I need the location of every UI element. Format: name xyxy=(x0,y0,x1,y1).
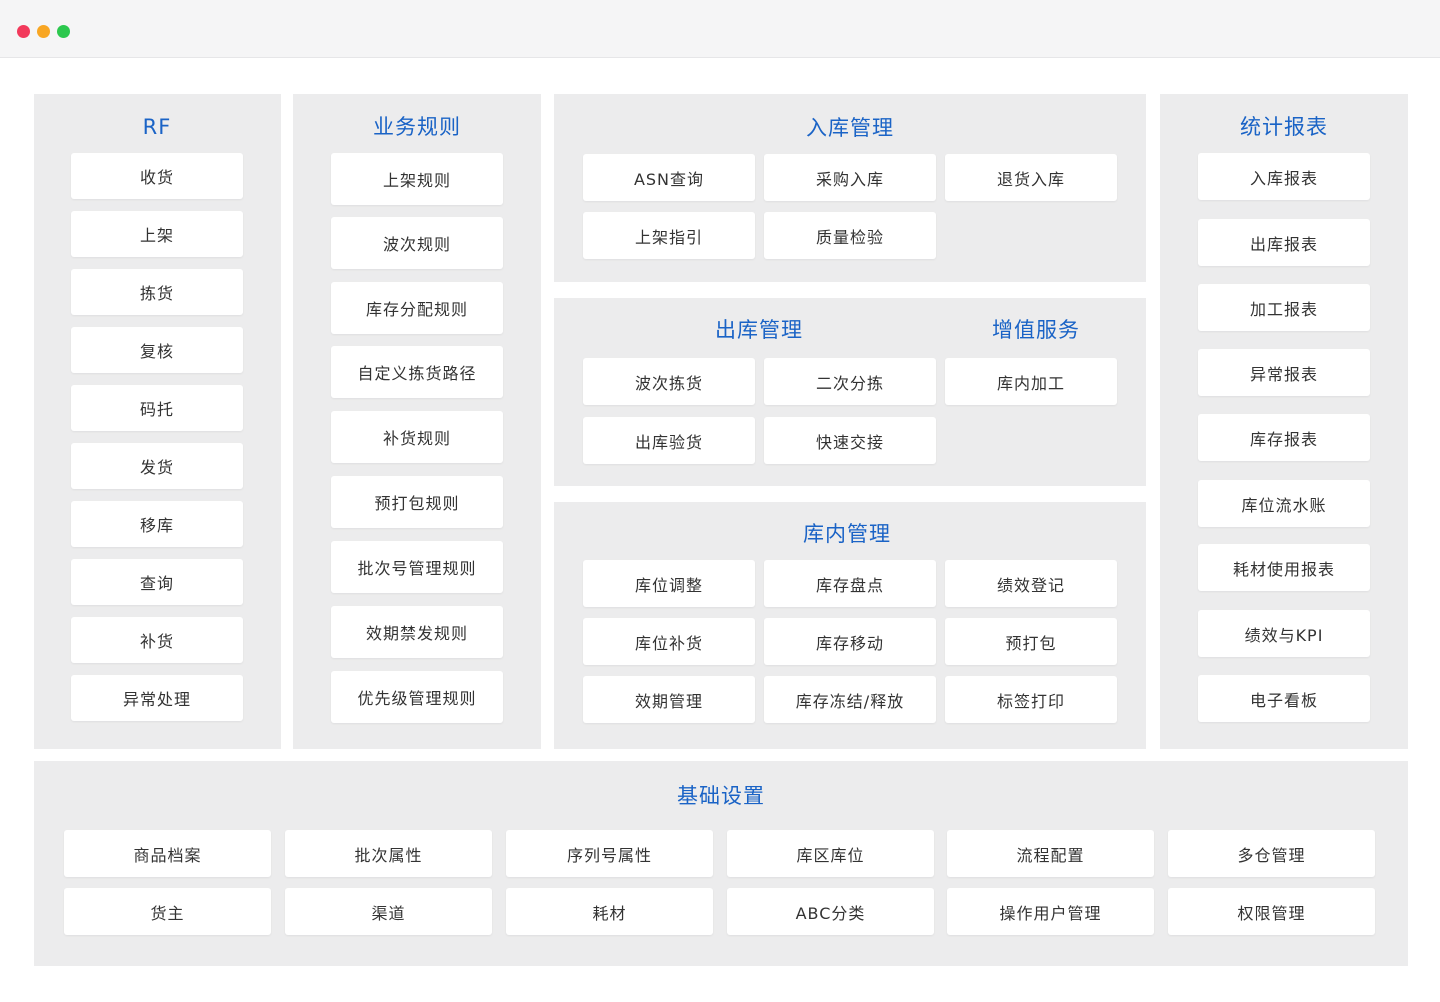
report-item[interactable]: 异常报表 xyxy=(1198,349,1370,396)
warehouse-item[interactable]: 库位补货 xyxy=(583,618,755,665)
rf-item[interactable]: 发货 xyxy=(71,443,243,489)
basic-setting-item[interactable]: 渠道 xyxy=(285,888,492,935)
inbound-title: 入库管理 xyxy=(806,116,894,140)
business-rule-item[interactable]: 上架规则 xyxy=(331,153,503,205)
report-item[interactable]: 电子看板 xyxy=(1198,675,1370,722)
rf-item[interactable]: 上架 xyxy=(71,211,243,257)
rf-item[interactable]: 码托 xyxy=(71,385,243,431)
warehouse-item[interactable]: 效期管理 xyxy=(583,676,755,723)
reports-title: 统计报表 xyxy=(1240,115,1328,139)
value-added-item[interactable]: 库内加工 xyxy=(945,358,1117,405)
basic-settings-title: 基础设置 xyxy=(677,784,765,808)
business-rule-item[interactable]: 补货规则 xyxy=(331,411,503,463)
report-item[interactable]: 加工报表 xyxy=(1198,284,1370,331)
business-rule-item[interactable]: 库存分配规则 xyxy=(331,282,503,334)
window-titlebar xyxy=(0,0,1440,58)
rf-item[interactable]: 收货 xyxy=(71,153,243,199)
outbound-item[interactable]: 快速交接 xyxy=(764,417,936,464)
business-rule-item[interactable]: 批次号管理规则 xyxy=(331,541,503,593)
basic-setting-item[interactable]: 商品档案 xyxy=(64,830,271,877)
rf-item[interactable]: 复核 xyxy=(71,327,243,373)
warehouse-item[interactable]: 标签打印 xyxy=(945,676,1117,723)
minimize-window-button[interactable] xyxy=(37,25,50,38)
warehouse-item[interactable]: 库存冻结/释放 xyxy=(764,676,936,723)
outbound-item[interactable]: 波次拣货 xyxy=(583,358,755,405)
basic-setting-item[interactable]: 操作用户管理 xyxy=(947,888,1154,935)
warehouse-item[interactable]: 库存盘点 xyxy=(764,560,936,607)
report-item[interactable]: 绩效与KPI xyxy=(1198,610,1370,657)
basic-setting-item[interactable]: 多仓管理 xyxy=(1168,830,1375,877)
basic-setting-item[interactable]: 流程配置 xyxy=(947,830,1154,877)
warehouse-title: 库内管理 xyxy=(803,522,891,546)
basic-setting-item[interactable]: 批次属性 xyxy=(285,830,492,877)
inbound-item[interactable]: 采购入库 xyxy=(764,154,936,201)
maximize-window-button[interactable] xyxy=(57,25,70,38)
rf-item[interactable]: 移库 xyxy=(71,501,243,547)
outbound-item[interactable]: 出库验货 xyxy=(583,417,755,464)
warehouse-item[interactable]: 库位调整 xyxy=(583,560,755,607)
rf-item[interactable]: 查询 xyxy=(71,559,243,605)
business-rule-item[interactable]: 自定义拣货路径 xyxy=(331,346,503,398)
basic-setting-item[interactable]: 序列号属性 xyxy=(506,830,713,877)
close-window-button[interactable] xyxy=(17,25,30,38)
rf-item[interactable]: 异常处理 xyxy=(71,675,243,721)
report-item[interactable]: 入库报表 xyxy=(1198,153,1370,200)
outbound-title: 出库管理 xyxy=(715,318,803,342)
rf-item[interactable]: 补货 xyxy=(71,617,243,663)
report-item[interactable]: 库位流水账 xyxy=(1198,480,1370,527)
basic-setting-item[interactable]: 耗材 xyxy=(506,888,713,935)
warehouse-item[interactable]: 绩效登记 xyxy=(945,560,1117,607)
rf-item[interactable]: 拣货 xyxy=(71,269,243,315)
business-rule-item[interactable]: 效期禁发规则 xyxy=(331,606,503,658)
basic-setting-item[interactable]: ABC分类 xyxy=(727,888,934,935)
report-item[interactable]: 出库报表 xyxy=(1198,219,1370,266)
business-rule-item[interactable]: 优先级管理规则 xyxy=(331,671,503,723)
report-item[interactable]: 库存报表 xyxy=(1198,414,1370,461)
basic-setting-item[interactable]: 权限管理 xyxy=(1168,888,1375,935)
basic-setting-item[interactable]: 库区库位 xyxy=(727,830,934,877)
inbound-item[interactable]: ASN查询 xyxy=(583,154,755,201)
warehouse-item[interactable]: 库存移动 xyxy=(764,618,936,665)
rf-panel-title: RF xyxy=(142,115,172,139)
warehouse-item[interactable]: 预打包 xyxy=(945,618,1117,665)
basic-setting-item[interactable]: 货主 xyxy=(64,888,271,935)
inbound-item[interactable]: 上架指引 xyxy=(583,212,755,259)
outbound-item[interactable]: 二次分拣 xyxy=(764,358,936,405)
report-item[interactable]: 耗材使用报表 xyxy=(1198,544,1370,591)
business-rule-item[interactable]: 波次规则 xyxy=(331,217,503,269)
value-added-title: 增值服务 xyxy=(992,318,1080,342)
inbound-item[interactable]: 退货入库 xyxy=(945,154,1117,201)
business-rules-title: 业务规则 xyxy=(373,115,461,139)
inbound-item[interactable]: 质量检验 xyxy=(764,212,936,259)
business-rule-item[interactable]: 预打包规则 xyxy=(331,476,503,528)
